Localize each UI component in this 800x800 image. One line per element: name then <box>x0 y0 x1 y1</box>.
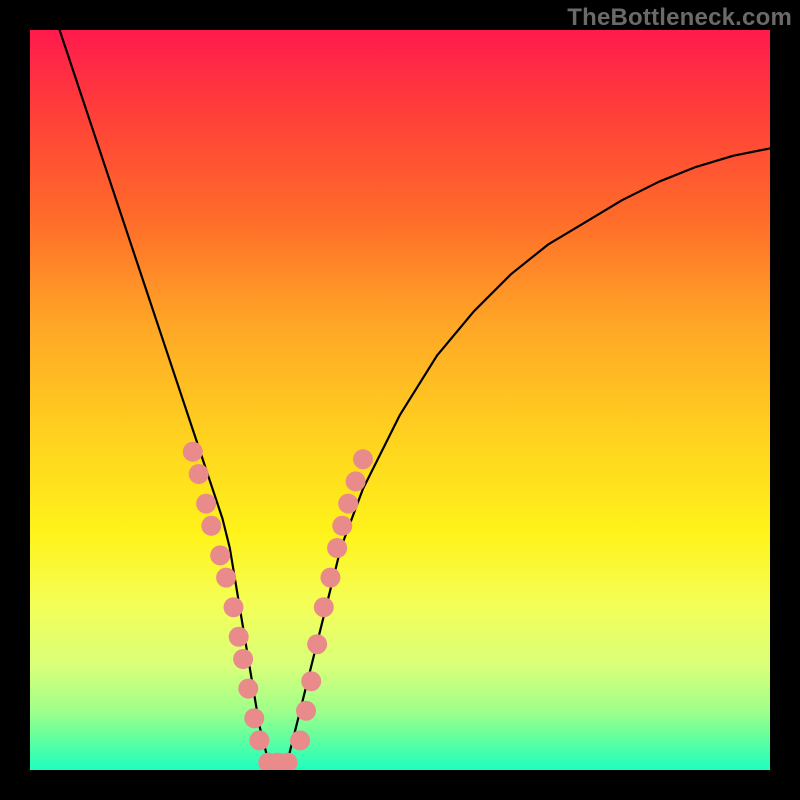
data-marker <box>249 730 269 750</box>
data-marker <box>290 730 310 750</box>
data-marker <box>210 545 230 565</box>
data-marker <box>338 494 358 514</box>
data-marker <box>307 634 327 654</box>
data-marker <box>189 464 209 484</box>
plot-area <box>30 30 770 770</box>
marker-layer <box>183 442 373 770</box>
data-marker <box>196 494 216 514</box>
curve-layer <box>60 30 770 763</box>
data-marker <box>346 471 366 491</box>
data-marker <box>353 449 373 469</box>
data-marker <box>233 649 253 669</box>
data-marker <box>244 708 264 728</box>
data-marker <box>201 516 221 536</box>
data-marker <box>216 568 236 588</box>
data-marker <box>314 597 334 617</box>
chart-container: TheBottleneck.com <box>0 0 800 800</box>
data-marker <box>296 701 316 721</box>
data-marker <box>238 679 258 699</box>
data-marker <box>229 627 249 647</box>
data-marker <box>301 671 321 691</box>
data-marker <box>224 597 244 617</box>
chart-svg <box>30 30 770 770</box>
data-marker <box>320 568 340 588</box>
bottleneck-curve <box>60 30 770 763</box>
watermark-text: TheBottleneck.com <box>567 4 792 32</box>
data-marker <box>332 516 352 536</box>
data-marker <box>183 442 203 462</box>
data-marker <box>327 538 347 558</box>
